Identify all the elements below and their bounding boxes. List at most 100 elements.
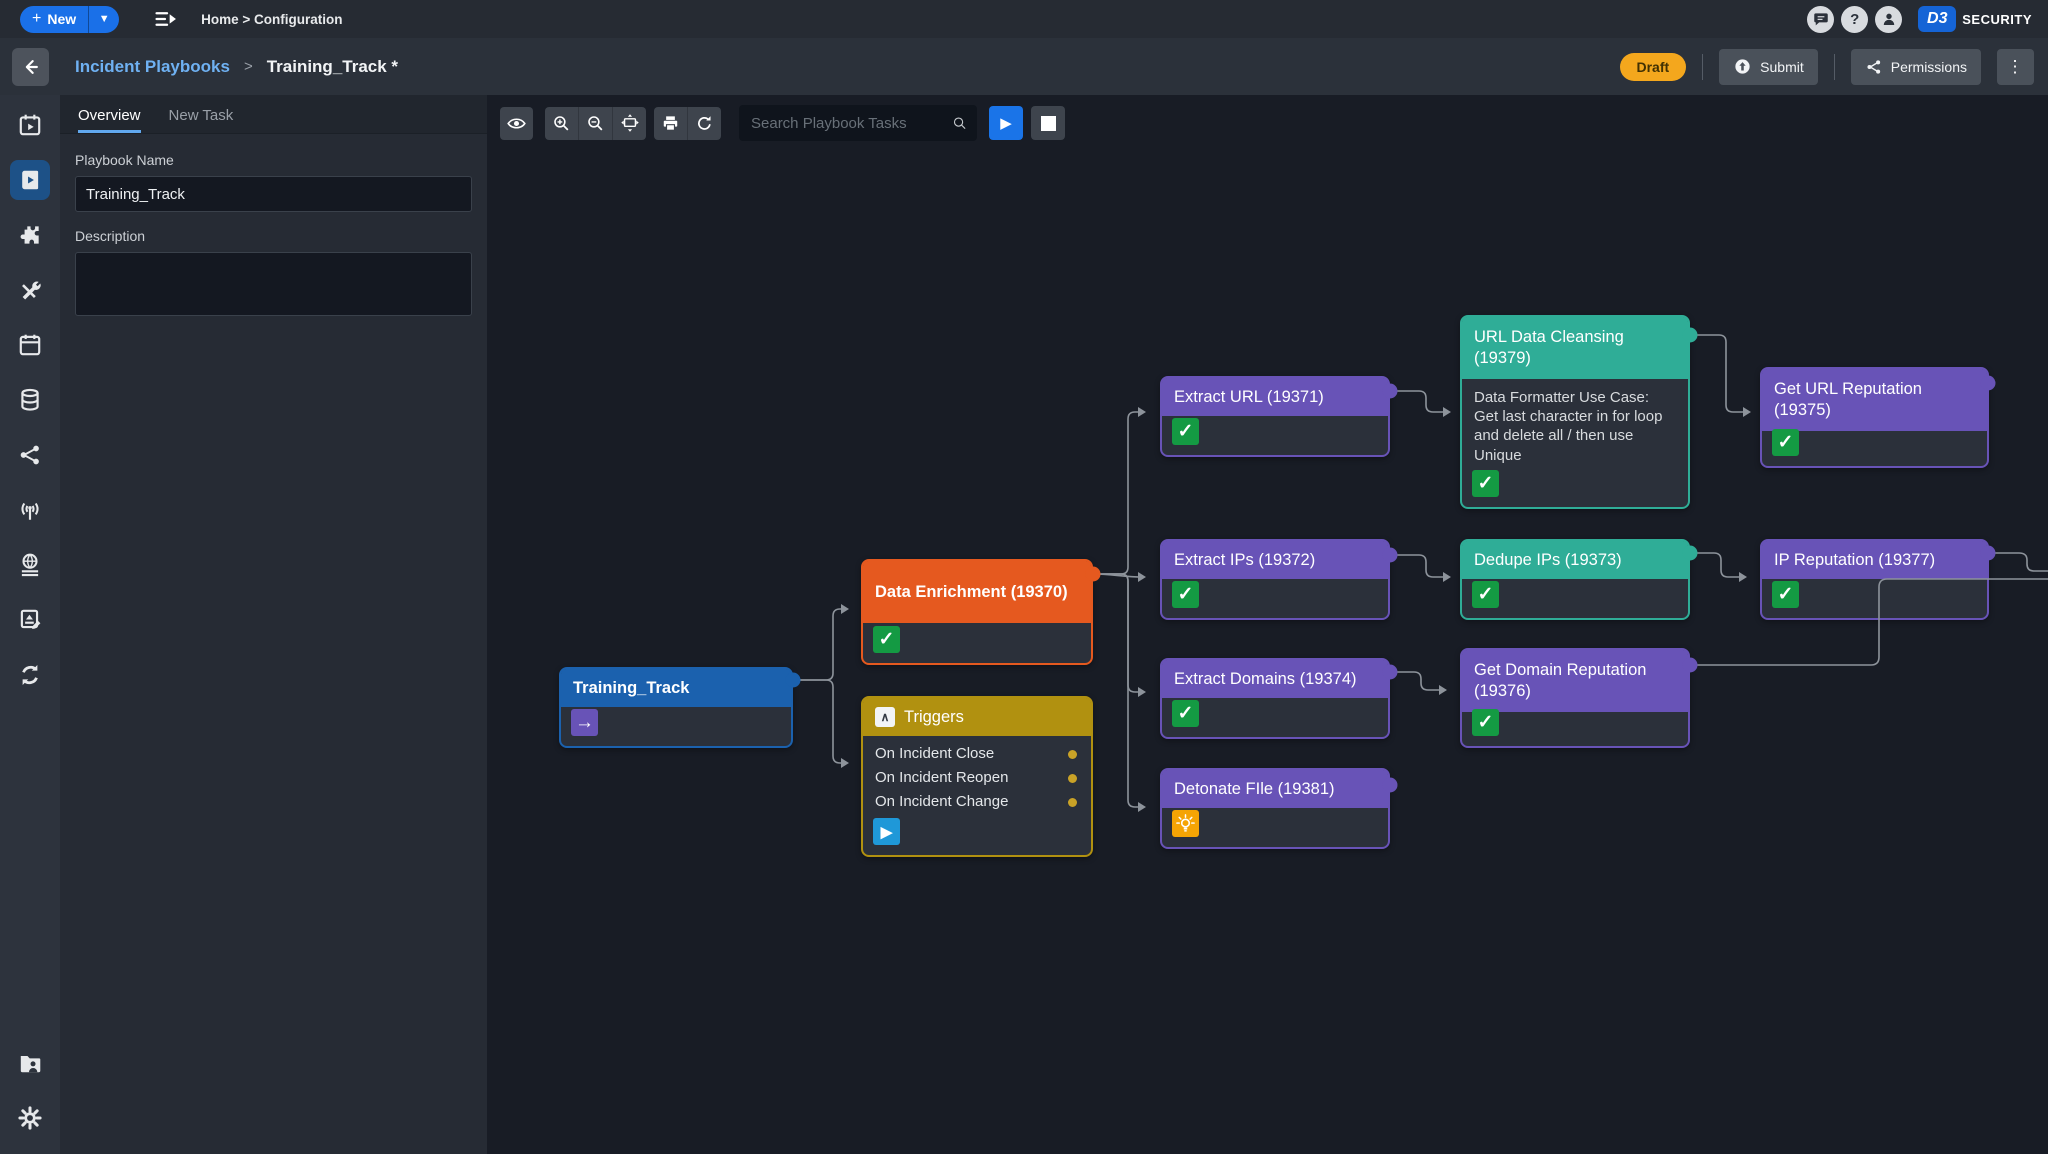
- success-check-icon: ✓: [1172, 418, 1199, 445]
- sidebar-item-folder-user[interactable]: [10, 1043, 50, 1083]
- node-title: Triggers: [904, 707, 964, 728]
- trigger-port[interactable]: [1068, 774, 1077, 783]
- zoom-out-button[interactable]: [579, 107, 613, 140]
- chat-icon[interactable]: [1807, 6, 1834, 33]
- description-input[interactable]: [75, 252, 472, 316]
- tab-overview[interactable]: Overview: [78, 107, 141, 133]
- puzzle-icon: [17, 222, 43, 248]
- sidebar-item-sync[interactable]: [10, 655, 50, 695]
- sidebar-item-document-edit[interactable]: [10, 600, 50, 640]
- search-icon: [952, 114, 967, 132]
- panel-tabs: Overview New Task: [60, 95, 487, 134]
- trigger-row[interactable]: On Incident Change: [863, 790, 1091, 814]
- node-title: Training_Track: [573, 678, 689, 699]
- permissions-button[interactable]: Permissions: [1851, 49, 1981, 85]
- node-data-enrichment[interactable]: Data Enrichment (19370) ✓: [861, 559, 1093, 665]
- canvas-toolbar: ▶: [500, 105, 1065, 141]
- sidebar-item-settings-gear[interactable]: [10, 1098, 50, 1138]
- sidebar-item-database[interactable]: [10, 380, 50, 420]
- node-title: Get Domain Reputation (19376): [1474, 660, 1676, 701]
- node-training-track[interactable]: Training_Track→: [559, 667, 793, 748]
- node-dedupe-ips[interactable]: Dedupe IPs (19373)✓: [1460, 539, 1690, 620]
- status-badge-draft: Draft: [1620, 53, 1687, 81]
- success-check-icon: ✓: [1472, 470, 1499, 497]
- divider: [1834, 54, 1835, 80]
- page-title: Training_Track *: [267, 57, 398, 77]
- plus-icon: +: [32, 10, 41, 28]
- playbook-header-bar: Incident Playbooks > Training_Track * Dr…: [0, 38, 2048, 95]
- antenna-icon: [17, 497, 43, 523]
- sidebar-item-antenna[interactable]: [10, 490, 50, 530]
- network-icon: [17, 442, 43, 468]
- playbook-name-input[interactable]: [75, 176, 472, 212]
- node-url-data-cleansing[interactable]: URL Data Cleansing (19379) Data Formatter…: [1460, 315, 1690, 509]
- success-check-icon: ✓: [1172, 581, 1199, 608]
- collapse-menu-icon[interactable]: [153, 8, 179, 31]
- submit-label: Submit: [1760, 59, 1804, 75]
- stop-playbook-button[interactable]: [1031, 106, 1065, 140]
- idea-bulb-icon: [1172, 810, 1199, 837]
- success-check-icon: ✓: [873, 626, 900, 653]
- breadcrumb: Home > Configuration: [201, 12, 342, 27]
- zoom-in-button[interactable]: [545, 107, 579, 140]
- tab-new-task[interactable]: New Task: [169, 107, 234, 133]
- search-input[interactable]: [749, 114, 952, 133]
- top-bar: + New ▼ Home > Configuration ? D3 SECURI…: [0, 0, 2048, 38]
- settings-gear-icon: [17, 1105, 43, 1131]
- success-check-icon: ✓: [1772, 429, 1799, 456]
- divider: [1702, 54, 1703, 80]
- sidebar-item-puzzle[interactable]: [10, 215, 50, 255]
- fit-to-screen-button[interactable]: [613, 107, 646, 140]
- breadcrumb-incident-playbooks[interactable]: Incident Playbooks: [75, 57, 230, 77]
- node-extract-url[interactable]: Extract URL (19371) ✓: [1160, 376, 1390, 457]
- sidebar-item-globe[interactable]: [10, 545, 50, 585]
- submit-button[interactable]: Submit: [1719, 49, 1818, 85]
- node-extract-domains[interactable]: Extract Domains (19374)✓: [1160, 658, 1390, 739]
- node-description: Data Formatter Use Case: Get last charac…: [1462, 379, 1688, 465]
- node-title: Extract URL (19371): [1174, 387, 1324, 408]
- sidebar-item-playbook[interactable]: [10, 160, 50, 200]
- sidebar-item-calendar[interactable]: [10, 325, 50, 365]
- node-title: Detonate FIle (19381): [1174, 779, 1335, 800]
- node-title: IP Reputation (19377): [1774, 550, 1935, 571]
- node-title: URL Data Cleansing (19379): [1474, 327, 1676, 368]
- refresh-button[interactable]: [688, 107, 721, 140]
- node-detonate-file[interactable]: Detonate FIle (19381): [1160, 768, 1390, 849]
- success-check-icon: ✓: [1772, 581, 1799, 608]
- description-label: Description: [75, 228, 472, 244]
- sync-icon: [17, 662, 43, 688]
- print-button[interactable]: [654, 107, 688, 140]
- sidebar-item-network[interactable]: [10, 435, 50, 475]
- stop-icon: [1041, 116, 1056, 131]
- node-title: Data Enrichment (19370): [875, 582, 1068, 603]
- trigger-port[interactable]: [1068, 798, 1077, 807]
- run-playbook-button[interactable]: ▶: [989, 106, 1023, 140]
- help-icon[interactable]: ?: [1841, 6, 1868, 33]
- new-button[interactable]: + New ▼: [20, 6, 119, 33]
- back-button[interactable]: [12, 48, 49, 86]
- new-button-label: New: [47, 11, 76, 27]
- search-playbook-tasks: [739, 105, 977, 141]
- trigger-play-icon[interactable]: ▶: [873, 818, 900, 845]
- node-get-domain-reputation[interactable]: Get Domain Reputation (19376)✓: [1460, 648, 1690, 748]
- more-options-button[interactable]: ⋮: [1997, 49, 2034, 85]
- sidebar-item-calendar-play[interactable]: [10, 105, 50, 145]
- node-get-url-reputation[interactable]: Get URL Reputation (19375)✓: [1760, 367, 1989, 468]
- trigger-row[interactable]: On Incident Reopen: [863, 766, 1091, 790]
- user-icon[interactable]: [1875, 6, 1902, 33]
- collapse-icon[interactable]: ∧: [875, 707, 895, 727]
- calendar-icon: [17, 332, 43, 358]
- node-extract-ips[interactable]: Extract IPs (19372) ✓: [1160, 539, 1390, 620]
- folder-user-icon: [17, 1050, 43, 1076]
- playbook-name-label: Playbook Name: [75, 152, 472, 168]
- trigger-port[interactable]: [1068, 750, 1077, 759]
- success-check-icon: ✓: [1472, 581, 1499, 608]
- node-triggers[interactable]: ∧ Triggers On Incident CloseOn Incident Re…: [861, 696, 1093, 857]
- success-check-icon: ✓: [1172, 700, 1199, 727]
- node-title: Extract IPs (19372): [1174, 550, 1315, 571]
- preview-eye-button[interactable]: [500, 107, 533, 140]
- node-ip-reputation[interactable]: IP Reputation (19377) ✓: [1760, 539, 1989, 620]
- sidebar-item-tools[interactable]: [10, 270, 50, 310]
- new-dropdown-caret[interactable]: ▼: [88, 6, 119, 33]
- trigger-row[interactable]: On Incident Close: [863, 742, 1091, 766]
